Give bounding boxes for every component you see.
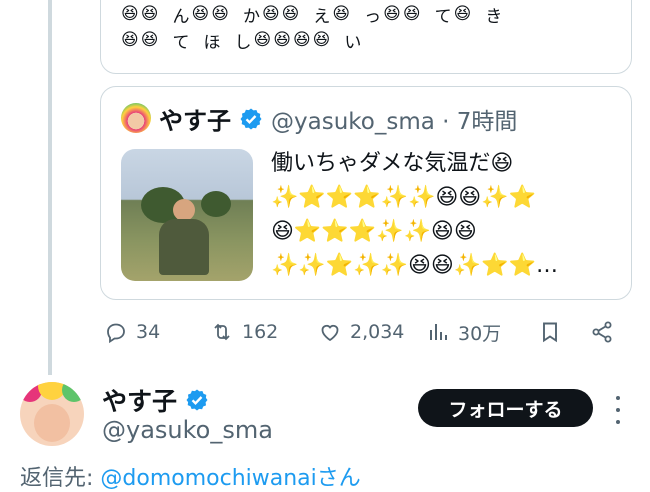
bookmark-icon [543, 322, 557, 343]
laughing-emoji: 😆 [211, 4, 229, 24]
laughing-emoji: 😆 [312, 30, 331, 50]
laughing-emoji: 😆 [253, 30, 272, 50]
laughing-emoji: 😆 [191, 4, 210, 24]
laughing-emoji: 😆 [383, 4, 401, 24]
quote-photo[interactable] [121, 149, 253, 281]
reply-button[interactable]: 34 [104, 316, 160, 348]
quote-header: やす子 @yasuko_sma · 7時間 [159, 101, 517, 136]
views-count: 30万 [458, 322, 502, 345]
quote-avatar[interactable] [121, 103, 151, 133]
like-count: 2,034 [350, 321, 405, 343]
emoji-row-2: 😆 😆 てほし 😆 😆 😆 😆 い [121, 27, 611, 53]
reply-count: 34 [136, 321, 161, 343]
author-name[interactable]: やす子 [102, 382, 177, 418]
more-options-icon[interactable] [608, 396, 628, 424]
like-button[interactable]: 2,034 [318, 316, 404, 348]
bar-chart-icon [430, 324, 447, 340]
text-char: し [234, 32, 252, 53]
thread-connector-line [48, 0, 52, 375]
quote-text-line: 😆⭐⭐⭐✨✨😆😆 [271, 219, 477, 244]
photo-person-head [173, 199, 195, 221]
retweet-count: 162 [242, 321, 279, 343]
verified-badge-icon [186, 389, 208, 411]
avatar-hair-flower [62, 382, 84, 402]
laughing-emoji: 😆 [332, 4, 351, 24]
emoji-text: 😆 😆 ん 😆 😆 か 😆 😆 え 😆 っ 😆 😆 て 😆 き 😆 😆 てほし 😆 😆 😆 😆 い [121, 1, 611, 53]
photo-person [159, 199, 209, 275]
laughing-emoji: 😆 [140, 4, 159, 24]
laughing-emoji: 😆 [273, 30, 291, 50]
author-name-row: やす子 [102, 382, 217, 418]
heart-icon [321, 324, 339, 342]
emoji-row-1: 😆 😆 ん 😆 😆 か 😆 😆 え 😆 っ 😆 😆 て 😆 き [121, 1, 611, 27]
laughing-emoji: 😆 [402, 4, 421, 24]
laughing-emoji: 😆 [140, 30, 159, 50]
verified-badge-icon [240, 108, 262, 129]
quote-author-name[interactable]: やす子 [159, 101, 231, 136]
laughing-emoji: 😆 [261, 4, 280, 24]
tweet-action-bar: 34 162 2,034 30万 [100, 316, 630, 348]
author-handle[interactable]: @yasuko_sma [102, 416, 273, 444]
text-char: ほ [203, 32, 221, 53]
text-char: て [434, 6, 452, 27]
text-char: ん [172, 6, 190, 27]
previous-tweet-card[interactable]: 😆 😆 ん 😆 😆 か 😆 😆 え 😆 っ 😆 😆 て 😆 き 😆 😆 てほし 😆 😆 😆 😆 い [100, 0, 632, 74]
quote-handle-time[interactable]: @yasuko_sma · 7時間 [271, 102, 517, 136]
quote-text-line: ✨✨⭐✨✨😆😆✨⭐⭐… [271, 253, 559, 278]
quote-text: 働いちゃダメな気温だ😆 ✨⭐⭐⭐✨✨😆😆✨⭐ 😆⭐⭐⭐✨✨😆😆 ✨✨⭐✨✨😆😆✨… [271, 147, 621, 283]
retweet-icon [214, 323, 230, 341]
text-char: き [485, 6, 503, 27]
quote-text-line: 働いちゃダメな気温だ😆 [271, 151, 514, 176]
laughing-emoji: 😆 [121, 30, 139, 50]
reply-to-line: 返信先: @domomochiwanaiさん [20, 460, 361, 492]
text-char: え [313, 6, 331, 27]
text-char: か [242, 6, 260, 27]
views-button[interactable]: 30万 [426, 316, 501, 348]
quote-text-line: ✨⭐⭐⭐✨✨😆😆✨⭐ [271, 185, 537, 210]
avatar-face [34, 404, 70, 442]
follow-button[interactable]: フォローする [418, 389, 593, 427]
share-icon [592, 321, 612, 343]
retweet-button[interactable]: 162 [210, 316, 278, 348]
author-avatar[interactable] [20, 382, 84, 446]
reply-icon [107, 323, 125, 344]
quoted-tweet-card[interactable]: やす子 @yasuko_sma · 7時間 働いちゃダメな気温だ😆 ✨⭐⭐⭐✨✨… [100, 86, 632, 300]
laughing-emoji: 😆 [281, 4, 300, 24]
text-char: っ [364, 6, 382, 27]
bookmark-button[interactable] [538, 316, 562, 348]
reply-to-label: 返信先: [20, 466, 101, 491]
laughing-emoji: 😆 [121, 4, 139, 24]
reply-to-link[interactable]: @domomochiwanaiさん [100, 466, 360, 491]
text-char: て [172, 32, 190, 53]
text-char: い [344, 32, 362, 53]
laughing-emoji: 😆 [292, 30, 311, 50]
share-button[interactable] [590, 316, 614, 348]
laughing-emoji: 😆 [453, 4, 472, 24]
photo-person-body [159, 219, 209, 275]
